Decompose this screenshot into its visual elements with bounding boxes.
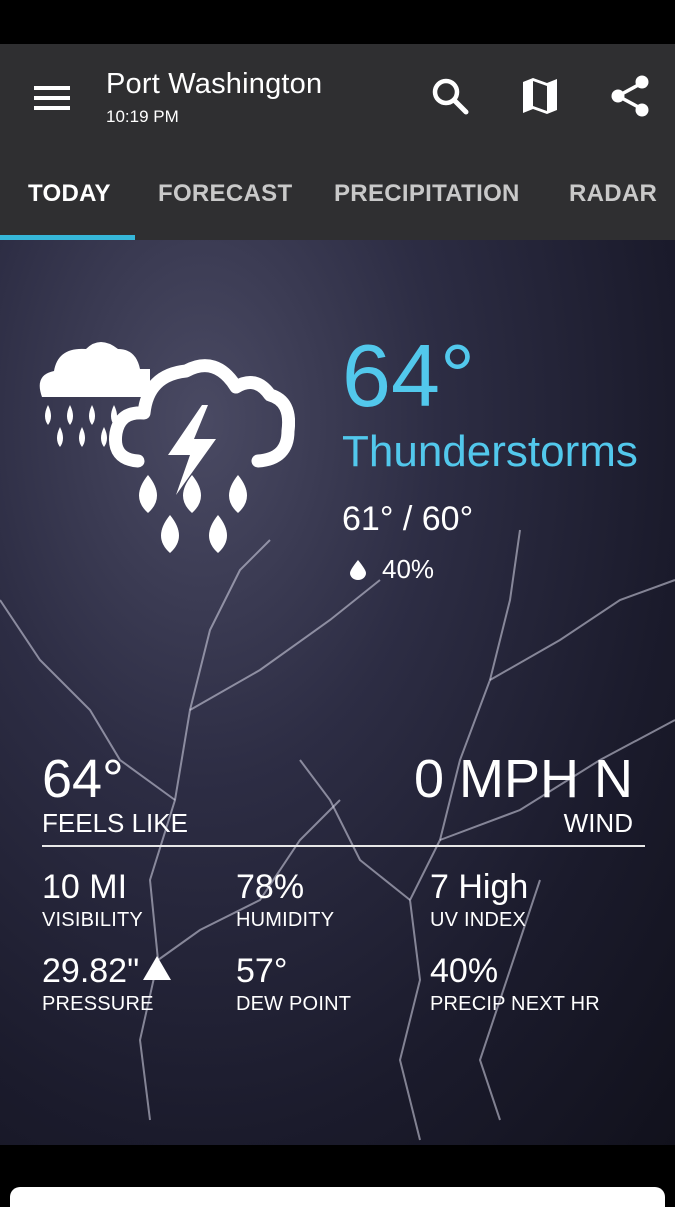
dew-point-label: DEW POINT — [236, 993, 352, 1015]
tab-precipitation[interactable]: PRECIPITATION — [334, 180, 520, 208]
feels-like-value: 64° — [42, 749, 124, 809]
app-bar: Port Washington 10:19 PM — [0, 44, 675, 152]
map-icon[interactable] — [516, 72, 564, 120]
tab-today[interactable]: TODAY — [28, 180, 111, 208]
precip-chance: 40% — [350, 556, 434, 584]
thunderstorm-rain-icon — [30, 335, 296, 565]
precip-next-hr-stat: 40% PRECIP NEXT HR — [430, 954, 600, 1014]
high-low-temperature: 61° / 60° — [342, 500, 474, 538]
raindrop-icon — [350, 558, 366, 584]
dew-point-stat: 57° DEW POINT — [236, 954, 351, 1014]
uv-index-value: 7 High — [430, 868, 529, 906]
humidity-label: HUMIDITY — [236, 909, 335, 931]
humidity-value: 78% — [236, 868, 305, 906]
wind-value: 0 MPH N — [413, 749, 633, 809]
dew-point-value: 57° — [236, 952, 288, 990]
tab-bar: TODAY FORECAST PRECIPITATION RADAR — [0, 152, 675, 240]
tab-forecast[interactable]: FORECAST — [158, 180, 292, 208]
status-bar — [0, 0, 675, 44]
pressure-label: PRESSURE — [42, 993, 154, 1015]
current-condition: Thunderstorms — [342, 427, 638, 476]
city-name: Port Washington — [106, 68, 323, 100]
wind-label: WIND — [563, 808, 633, 838]
uv-index-stat: 7 High UV INDEX — [430, 870, 528, 930]
menu-icon[interactable] — [30, 78, 74, 118]
precip-next-hr-value: 40% — [430, 952, 499, 990]
pressure-stat: 29.82" PRESSURE — [42, 952, 172, 1015]
current-temperature: 64° — [342, 326, 476, 425]
visibility-label: VISIBILITY — [42, 909, 143, 931]
precip-next-hr-label: PRECIP NEXT HR — [430, 993, 600, 1015]
divider — [42, 845, 645, 847]
visibility-stat: 10 MI VISIBILITY — [42, 870, 143, 930]
pressure-value: 29.82" — [42, 952, 140, 990]
visibility-value: 10 MI — [42, 868, 128, 906]
precip-chance-value: 40% — [382, 554, 435, 584]
uv-index-label: UV INDEX — [430, 909, 527, 931]
humidity-stat: 78% HUMIDITY — [236, 870, 334, 930]
bottom-card[interactable] — [10, 1187, 665, 1207]
location-title: Port Washington 10:19 PM — [106, 68, 322, 127]
search-icon[interactable] — [426, 72, 474, 120]
pressure-rising-icon — [143, 956, 172, 980]
tab-radar[interactable]: RADAR — [569, 180, 657, 208]
feels-like-label: FEELS LIKE — [42, 808, 188, 838]
current-conditions-panel: 64° Thunderstorms 61° / 60° 40% 64° FEEL… — [0, 240, 675, 1145]
bottom-area — [0, 1145, 675, 1207]
current-time: 10:19 PM — [106, 107, 179, 126]
share-icon[interactable] — [606, 72, 654, 120]
